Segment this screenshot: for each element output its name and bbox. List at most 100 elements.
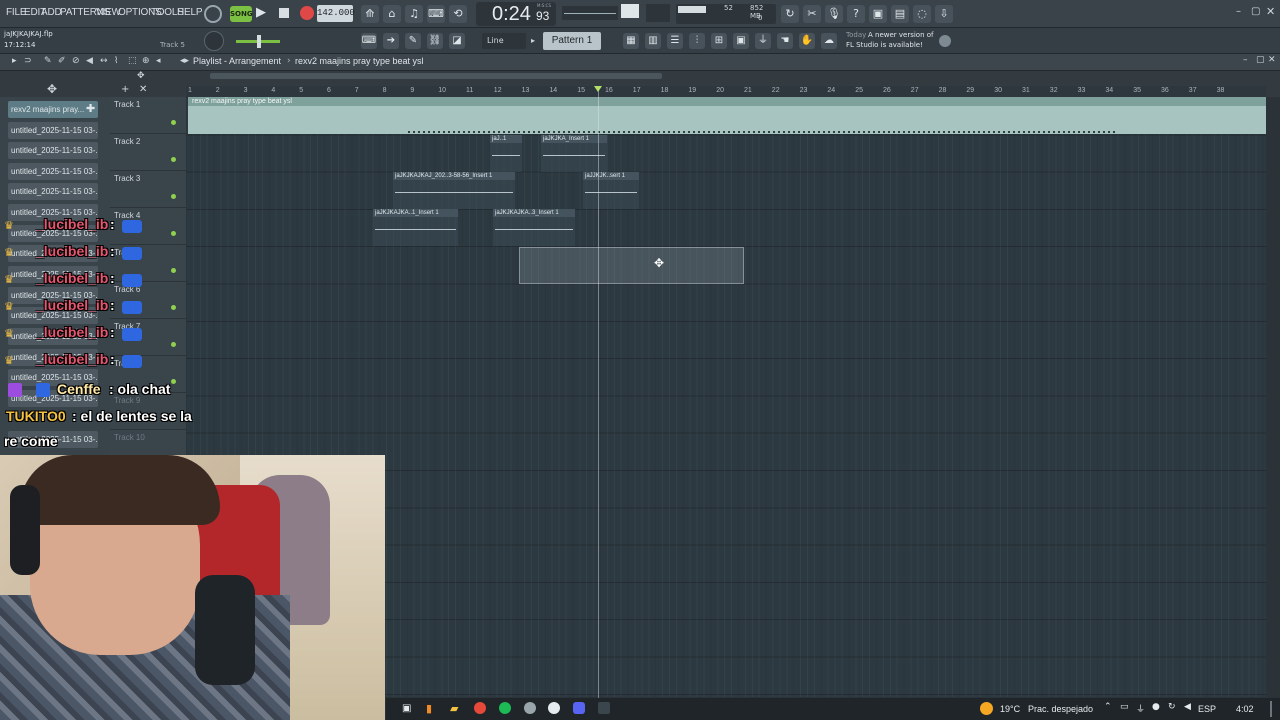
pattern-clip[interactable]: jaJJKJK..sert 1 (583, 172, 639, 209)
close-icon[interactable]: ✕ (1266, 5, 1275, 18)
browser-item[interactable]: untitled_2025-11-15 03-... (8, 183, 98, 200)
playlist-minimize-icon[interactable]: – (1243, 55, 1248, 65)
tempo-display[interactable]: 142.000 (317, 5, 355, 22)
play-icon[interactable]: ▶ (256, 5, 266, 20)
plug-icon[interactable]: ⏚ (755, 33, 771, 49)
browser-item[interactable]: untitled_2025-11-15 03-... (8, 163, 98, 180)
browser-move-icon[interactable]: ✥ (47, 82, 57, 96)
globe-icon[interactable] (939, 35, 951, 47)
typing-keyboard-icon[interactable]: ⌨ (427, 5, 445, 23)
step-edit-icon[interactable]: ⌂ (383, 5, 401, 23)
keyboard-icon[interactable]: ⌨ (361, 33, 377, 49)
snap-selector[interactable]: Line (482, 33, 526, 49)
playback-tool-icon[interactable]: ◂ (156, 56, 161, 66)
cut-icon[interactable]: ✂ (803, 5, 821, 23)
paint-tool-icon[interactable]: ✐ (58, 56, 66, 66)
blend-notes-icon[interactable]: ♫ (405, 5, 423, 23)
taskbar-app2-icon[interactable] (524, 702, 536, 714)
touch-icon[interactable]: ✋ (799, 33, 815, 49)
playlist-close-icon[interactable]: ✕ (1268, 55, 1276, 65)
plugin-icon[interactable]: ▤ (891, 5, 909, 23)
zoom-tool-icon[interactable]: ⊕ (142, 56, 150, 66)
link-icon[interactable]: ⛓ (427, 33, 443, 49)
metronome-dial-icon[interactable] (204, 5, 222, 23)
pattern-clip[interactable]: jaJKJKAJKAJ_202..3-58-56_Insert 1 (393, 172, 515, 209)
tray-display-icon[interactable]: ▭ (1120, 702, 1129, 712)
arrow-left-right-icon[interactable]: ◂▸ (180, 56, 189, 66)
tray-volume-icon[interactable]: ◀ (1184, 702, 1191, 712)
slip-tool-icon[interactable]: ↔ (100, 56, 108, 66)
audio-clip[interactable]: rexv2 maajins pray type beat ysl (188, 97, 1266, 134)
microphone-icon[interactable]: 🎙 (825, 5, 843, 23)
pattern-song-icon[interactable]: ⟰ (361, 5, 379, 23)
show-desktop-strip[interactable] (1270, 701, 1272, 717)
browser-item[interactable]: rexv2 maajins pray... (8, 101, 98, 118)
taskbar-flstudio-icon[interactable] (598, 702, 610, 714)
taskbar-obs-icon[interactable] (548, 702, 560, 714)
track-header[interactable]: Track 2 (110, 134, 186, 171)
browser-item[interactable]: untitled_2025-11-15 03-... (8, 142, 98, 159)
time-panel[interactable]: 0:24 93 M:S:CS (476, 2, 556, 26)
clipboard-icon[interactable]: ▣ (733, 33, 749, 49)
track-enable-led[interactable] (171, 194, 176, 199)
taskbar-clock[interactable]: 4:02 (1236, 704, 1254, 714)
tray-mic-icon[interactable]: ● (1152, 702, 1160, 712)
add-track-icon[interactable]: + (121, 84, 129, 95)
save-icon[interactable]: ▣ (869, 5, 887, 23)
taskbar-folder-icon[interactable]: ▰ (450, 702, 458, 715)
slice-tool-icon[interactable]: ⌇ (114, 56, 118, 66)
loop-record-icon[interactable]: ⟲ (449, 5, 467, 23)
selection-rectangle[interactable] (519, 247, 744, 284)
arrow-right-icon[interactable]: ➔ (383, 33, 399, 49)
menu-add[interactable]: ADD (41, 7, 62, 18)
news-line2[interactable]: FL Studio is available! (846, 41, 923, 49)
pattern-clip[interactable]: jaJKJKAJKA..1_Insert 1 (373, 209, 458, 246)
channel-rack-icon[interactable]: ☰ (667, 33, 683, 49)
mute-tool-icon[interactable]: ◀ (86, 56, 93, 66)
taskbar-app-icon[interactable]: ▮ (426, 702, 432, 715)
pattern-clip[interactable]: jaJKJKAJKA..3_Insert 1 (493, 209, 575, 246)
refresh-icon[interactable]: ↻ (781, 5, 799, 23)
pencil-icon[interactable]: ✎ (405, 33, 421, 49)
play-small-icon[interactable]: ▸ (12, 56, 17, 66)
magnet-icon[interactable]: ⊃ (24, 56, 32, 66)
playhead-marker-icon[interactable] (594, 86, 602, 92)
add-to-playlist-icon[interactable]: ✚ (86, 102, 95, 115)
weather-icon[interactable] (980, 702, 993, 715)
pattern-prev-icon[interactable]: ▸ (531, 33, 541, 49)
mixer-icon[interactable]: ⫶ (689, 33, 705, 49)
playlist-icon[interactable]: ▦ (623, 33, 639, 49)
horizontal-scrollbar[interactable] (210, 73, 662, 79)
chat-bubble-icon[interactable]: ◌ (913, 5, 931, 23)
taskbar-window-icon[interactable]: ▣ (402, 703, 411, 714)
tray-usb-icon[interactable]: ⏚ (1136, 702, 1145, 715)
taskbar-chrome-icon[interactable] (474, 702, 486, 714)
pattern-selector[interactable]: Pattern 1 (543, 32, 601, 50)
record-icon[interactable] (300, 6, 314, 20)
stop-icon[interactable] (279, 8, 289, 18)
remove-track-icon[interactable]: ✕ (139, 84, 147, 95)
master-volume-knob[interactable] (204, 31, 224, 51)
maximize-icon[interactable]: ▢ (1251, 6, 1260, 17)
piano-roll-icon[interactable]: ▥ (645, 33, 661, 49)
browser-item[interactable]: untitled_2025-11-15 03-... (8, 122, 98, 139)
cloud-icon[interactable]: ☁ (821, 33, 837, 49)
keyboard-language[interactable]: ESP (1198, 704, 1216, 714)
help-question-icon[interactable]: ? (847, 5, 865, 23)
zoom-handle-icon[interactable]: ✥ (137, 71, 145, 81)
download-icon[interactable]: ⇩ (935, 5, 953, 23)
master-pitch-handle[interactable] (257, 35, 261, 48)
pattern-clip[interactable]: jaJ..1 (490, 135, 522, 172)
draw-tool-icon[interactable]: ✎ (44, 56, 52, 66)
stamp-icon[interactable]: ◪ (449, 33, 465, 49)
browser-icon[interactable]: ⊞ (711, 33, 727, 49)
minimize-icon[interactable]: – (1236, 6, 1241, 17)
track-enable-led[interactable] (171, 120, 176, 125)
menu-help[interactable]: HELP (177, 7, 203, 18)
select-tool-icon[interactable]: ⬚ (128, 56, 137, 66)
cpu-memory-panel[interactable]: 52 852 MB 0 (676, 4, 776, 24)
taskbar-spotify-icon[interactable] (499, 702, 511, 714)
track-enable-led[interactable] (171, 157, 176, 162)
playlist-maximize-icon[interactable]: ▢ (1256, 55, 1265, 65)
timeline-ruler[interactable]: 1 2 3 4 5 6 7 8 9 10 11 12 13 14 15 16 17 18 19 20 21 22 23 24 2… (186, 86, 1266, 97)
